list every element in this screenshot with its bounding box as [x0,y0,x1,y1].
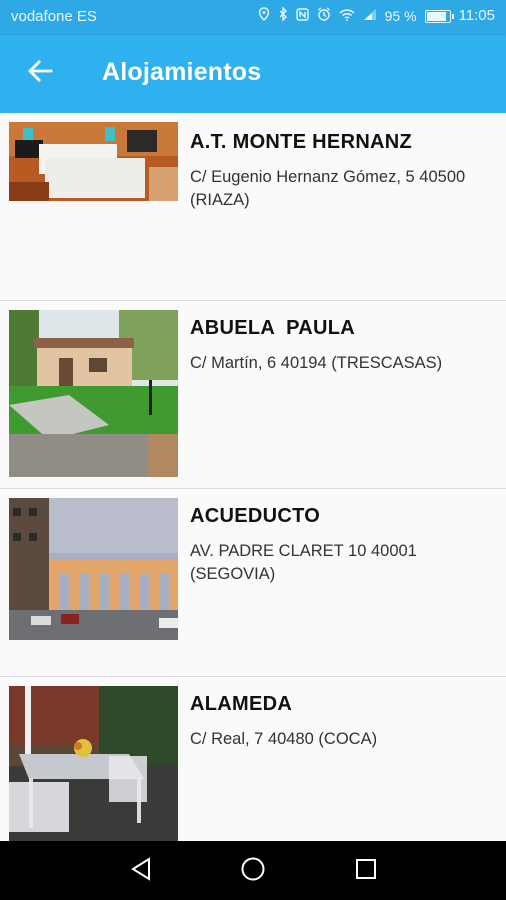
nfc-icon [295,6,309,26]
listing-text: ALAMEDA C/ Real, 7 40480 (COCA) [190,693,496,751]
list-item[interactable]: ACUEDUCTO AV. PADRE CLARET 10 40001 (SEG… [0,489,506,677]
app-bar: Alojamientos [0,35,506,113]
listing-text: ACUEDUCTO AV. PADRE CLARET 10 40001 (SEG… [190,505,496,586]
listing-text: ABUELA PAULA C/ Martín, 6 40194 (TRESCAS… [190,317,496,375]
listing-name: ACUEDUCTO [190,505,321,527]
back-triangle-icon [130,856,152,886]
listing-address: C/ Eugenio Hernanz Gómez, 5 40500 (RIAZA… [190,168,466,209]
status-bar: vodafone ES 95 % 11:05 [0,0,506,35]
accommodation-list[interactable]: A.T. MONTE HERNANZ C/ Eugenio Hernanz Gó… [0,113,506,841]
location-icon [258,6,270,26]
bluetooth-icon [278,6,288,26]
listing-name: ALAMEDA [190,693,293,715]
terrace-photo [9,686,178,841]
bedroom-photo [9,122,178,201]
nav-back-button[interactable] [125,855,157,887]
recents-square-icon [355,858,377,885]
listing-address: C/ Martín, 6 40194 (TRESCASAS) [190,354,443,372]
wifi-icon [339,6,355,26]
listing-name: A.T. MONTE HERNANZ [190,131,413,153]
nav-recents-button[interactable] [350,855,382,887]
page-title: Alojamientos [102,58,262,86]
nav-home-button[interactable] [237,855,269,887]
home-circle-icon [240,856,266,887]
system-nav-bar [0,841,506,900]
alarm-icon [317,6,331,26]
listing-address: C/ Real, 7 40480 (COCA) [190,730,378,748]
aqueduct-photo [9,498,178,640]
listing-address: AV. PADRE CLARET 10 40001 (SEGOVIA) [190,542,417,583]
list-item[interactable]: ABUELA PAULA C/ Martín, 6 40194 (TRESCAS… [0,301,506,489]
back-button[interactable] [22,55,58,91]
carrier-name: vodafone ES [11,8,97,25]
clock: 11:05 [458,7,495,24]
listing-text: A.T. MONTE HERNANZ C/ Eugenio Hernanz Gó… [190,131,496,212]
battery-percent: 95 % [384,8,417,24]
list-item[interactable]: ALAMEDA C/ Real, 7 40480 (COCA) [0,677,506,841]
arrow-left-icon [27,59,53,88]
list-item[interactable]: A.T. MONTE HERNANZ C/ Eugenio Hernanz Gó… [0,113,506,301]
house-garden-photo [9,310,178,477]
battery-icon [424,9,454,23]
status-icons: 95 % 11:05 [258,6,495,26]
listing-name: ABUELA PAULA [190,317,356,339]
signal-icon [363,6,377,26]
